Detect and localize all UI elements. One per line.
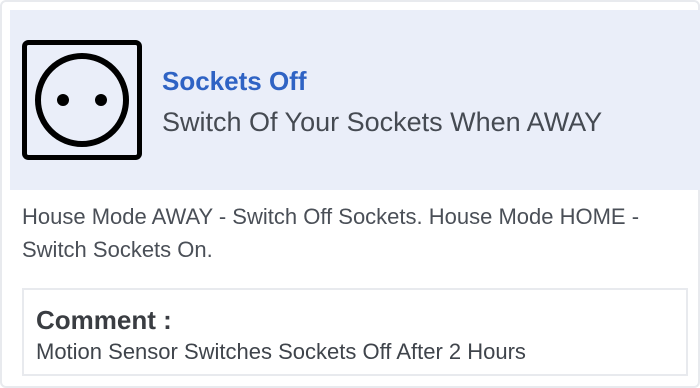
comment-text: Motion Sensor Switches Sockets Off After…	[36, 339, 526, 364]
power-socket-icon	[22, 40, 142, 160]
rule-header: Sockets Off Switch Of Your Sockets When …	[10, 10, 700, 190]
comment-label: Comment :	[36, 305, 172, 335]
rule-title[interactable]: Sockets Off	[162, 64, 307, 98]
rule-subtitle: Switch Of Your Sockets When AWAY	[162, 107, 603, 137]
rule-card: Sockets Off Switch Of Your Sockets When …	[0, 0, 700, 388]
rule-description: House Mode AWAY - Switch Off Sockets. Ho…	[22, 204, 640, 262]
comment-box: Comment : Motion Sensor Switches Sockets…	[22, 288, 688, 376]
